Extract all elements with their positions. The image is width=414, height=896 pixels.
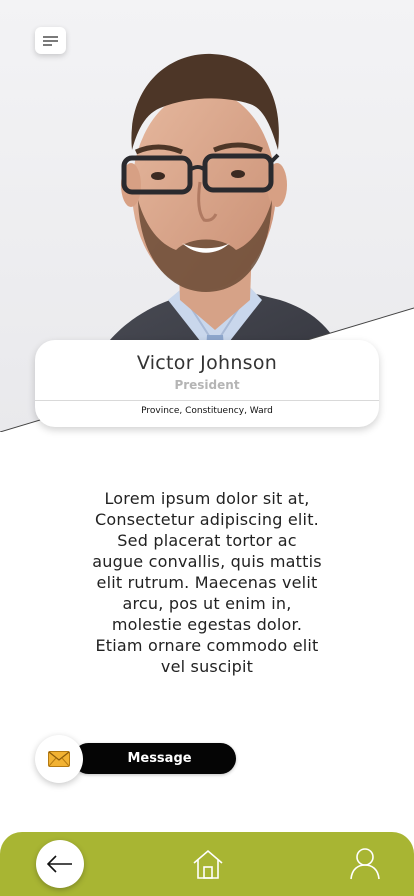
profile-bio: Lorem ipsum dolor sit at, Consectetur ad… (92, 489, 322, 676)
profile-location: Province, Constituency, Ward (141, 406, 273, 416)
menu-button[interactable] (35, 27, 66, 54)
message-label: Message (127, 751, 192, 766)
message-icon-circle[interactable] (35, 735, 83, 783)
user-icon (350, 848, 380, 880)
profile-role: President (174, 378, 240, 392)
envelope-icon (48, 751, 70, 767)
bottom-nav (0, 832, 414, 896)
profile-button[interactable] (350, 848, 380, 880)
back-arrow-icon (47, 855, 72, 873)
menu-icon (42, 35, 58, 46)
profile-name: Victor Johnson (136, 352, 278, 374)
profile-screen: Victor Johnson President Province, Const… (0, 0, 414, 896)
home-button[interactable] (192, 848, 224, 880)
card-divider (35, 400, 379, 401)
message-button[interactable]: Message (35, 735, 236, 783)
message-pill[interactable]: Message (73, 743, 236, 774)
home-icon (193, 849, 223, 879)
back-button[interactable] (36, 840, 84, 888)
profile-card: Victor Johnson President Province, Const… (35, 340, 379, 427)
